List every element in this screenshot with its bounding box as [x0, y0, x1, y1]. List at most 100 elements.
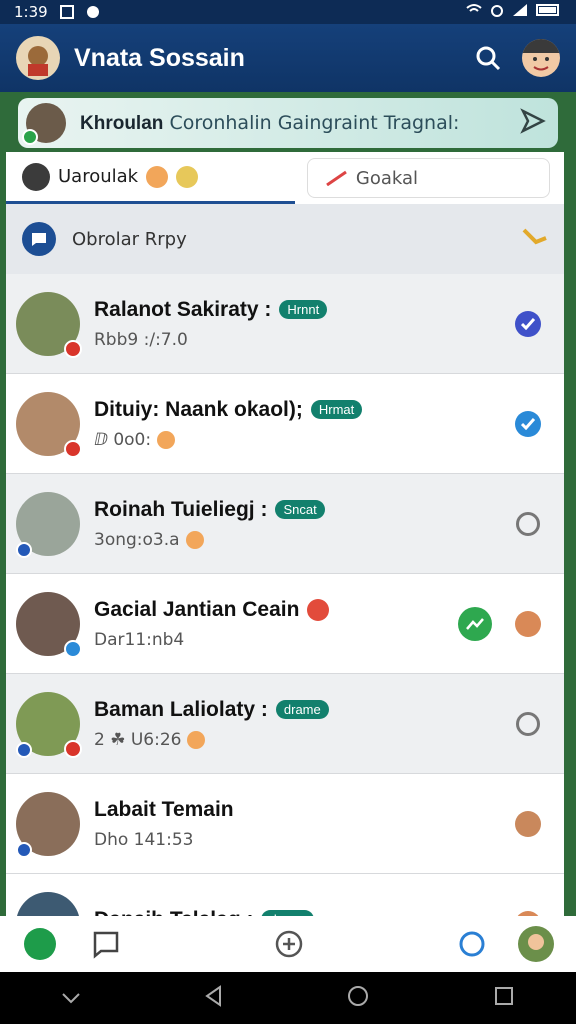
- sync-icon: [516, 711, 540, 736]
- arrow-icon: [326, 170, 347, 186]
- tab-bar: Uaroulak Goakal: [6, 152, 564, 204]
- contact-name: Labait Temain: [94, 797, 234, 821]
- emoji-icon: [515, 610, 541, 637]
- chat-row[interactable]: Dituiy: Naank okaol); Hrmat ⅅ 0o0:: [6, 374, 564, 474]
- emoji-icon: [176, 165, 199, 188]
- emoji-icon: [157, 430, 176, 449]
- chat-face-icon: [93, 931, 119, 959]
- nav-profile[interactable]: [516, 924, 556, 964]
- chat-preview: 3ong:o3.a: [94, 529, 180, 550]
- badge-icon: [64, 739, 82, 758]
- emoji-icon: [185, 530, 204, 549]
- chat-panel: Uaroulak Goakal Obrolar Rrpy Ralanot Sak…: [6, 152, 564, 916]
- add-icon: [275, 930, 303, 958]
- contact-avatar: [16, 391, 82, 458]
- emoji-icon: [187, 730, 206, 749]
- banner-avatar: [22, 103, 66, 145]
- banner-message: Coronhalin Gaingraint Tragnal:: [169, 111, 460, 134]
- party-icon: [522, 226, 548, 253]
- contact-name: Roinah Tuieliegj :: [94, 497, 268, 521]
- contact-avatar: [16, 891, 80, 916]
- image-icon: [59, 5, 74, 19]
- profile-avatar[interactable]: [522, 39, 560, 77]
- search-icon: [476, 46, 501, 71]
- banner-name: Khroulan: [80, 112, 164, 134]
- banner-text: Khroulan Coronhalin Gaingraint Tragnal:: [80, 112, 459, 135]
- home-circle-icon[interactable]: [346, 984, 370, 1012]
- app-bar: Vnata Sossain: [0, 24, 576, 92]
- tab-label: Goakal: [355, 167, 419, 189]
- app-title: Vnata Sossain: [74, 43, 245, 72]
- contact-avatar: [16, 791, 80, 858]
- emoji-icon: [515, 810, 541, 837]
- chat-row[interactable]: Labait Temain Dho 141:53: [6, 774, 564, 874]
- contact-avatar: [16, 491, 80, 558]
- section-label: Obrolar Rrpy: [72, 228, 187, 250]
- tab-goakal[interactable]: Goakal: [306, 158, 550, 198]
- status-tag: Sncat: [275, 500, 325, 519]
- check-icon: [515, 310, 541, 337]
- nav-refresh[interactable]: [452, 924, 492, 964]
- badge-icon: [64, 339, 82, 358]
- search-button[interactable]: [468, 38, 508, 78]
- tab-label: Uaroulak: [58, 166, 139, 187]
- alarm-icon: [490, 3, 504, 21]
- sync-icon: [516, 511, 540, 536]
- tab-avatar: [22, 162, 50, 191]
- contact-avatar: [16, 591, 82, 658]
- refresh-icon: [459, 931, 485, 957]
- check-icon: [515, 410, 541, 437]
- home-icon: [24, 928, 56, 960]
- chat-row[interactable]: Baman Laliolaty : drame 2 ☘ U6:26: [6, 674, 564, 774]
- contact-name: Baman Laliolaty :: [94, 697, 268, 721]
- contact-avatar: [16, 691, 82, 758]
- send-icon[interactable]: [520, 108, 546, 138]
- status-time: 1:39: [14, 3, 48, 21]
- chat-row[interactable]: Danaih Talalag :drame: [6, 874, 564, 916]
- chat-row[interactable]: Gacial Jantian Ceain Dar11:nb4: [6, 574, 564, 674]
- chat-preview: 2 ☘ U6:26: [94, 729, 182, 750]
- badge-icon: [16, 841, 32, 858]
- settings-icon: [86, 5, 100, 19]
- system-nav-bar: [0, 972, 576, 1024]
- contact-name: Ralanot Sakiraty :: [94, 297, 272, 321]
- chat-preview: Dar11:nb4: [94, 629, 185, 650]
- section-header[interactable]: Obrolar Rrpy: [6, 204, 564, 274]
- contact-name: Gacial Jantian Ceain: [94, 597, 300, 621]
- contact-name: Danaih Talalag :: [94, 908, 253, 917]
- reaction-icon: [307, 598, 330, 621]
- status-tag: drame: [275, 700, 329, 719]
- chat-row[interactable]: Ralanot Sakiraty : Hrnnt Rbb9 :/:7.0: [6, 274, 564, 374]
- contact-name: Dituiy: Naank okaol);: [94, 397, 303, 421]
- battery-icon: [536, 3, 562, 21]
- wifi-icon: [466, 3, 482, 21]
- badge-icon: [16, 541, 32, 558]
- emoji-icon: [146, 165, 169, 188]
- signal-icon: [512, 3, 528, 21]
- profile-avatar-icon: [518, 926, 554, 962]
- tab-uaroulak[interactable]: Uaroulak: [6, 152, 295, 204]
- nav-chat[interactable]: [86, 924, 126, 964]
- chat-row[interactable]: Roinah Tuieliegj : Sncat 3ong:o3.a: [6, 474, 564, 574]
- bottom-nav: [0, 916, 576, 972]
- nav-add[interactable]: [269, 924, 309, 964]
- status-tag: Hrnnt: [279, 300, 328, 319]
- status-bar: 1:39: [0, 0, 576, 24]
- chat-bubble-icon: [22, 222, 56, 256]
- messenger-icon[interactable]: [458, 606, 492, 641]
- badge-icon: [64, 439, 82, 458]
- status-tag: Hrmat: [310, 400, 363, 419]
- back-icon[interactable]: [204, 985, 224, 1011]
- nav-home[interactable]: [20, 924, 60, 964]
- recents-icon[interactable]: [493, 985, 515, 1011]
- app-logo: [16, 36, 60, 80]
- chat-preview: ⅅ 0o0:: [94, 429, 152, 450]
- notification-banner[interactable]: Khroulan Coronhalin Gaingraint Tragnal:: [18, 98, 558, 148]
- badge-icon: [16, 741, 32, 758]
- chat-preview: Dho 141:53: [94, 829, 194, 850]
- online-dot: [22, 129, 38, 145]
- chevron-down-icon[interactable]: [61, 989, 81, 1008]
- chat-preview: Rbb9 :/:7.0: [94, 329, 188, 350]
- contact-avatar: [16, 291, 82, 358]
- badge-icon: [64, 639, 82, 658]
